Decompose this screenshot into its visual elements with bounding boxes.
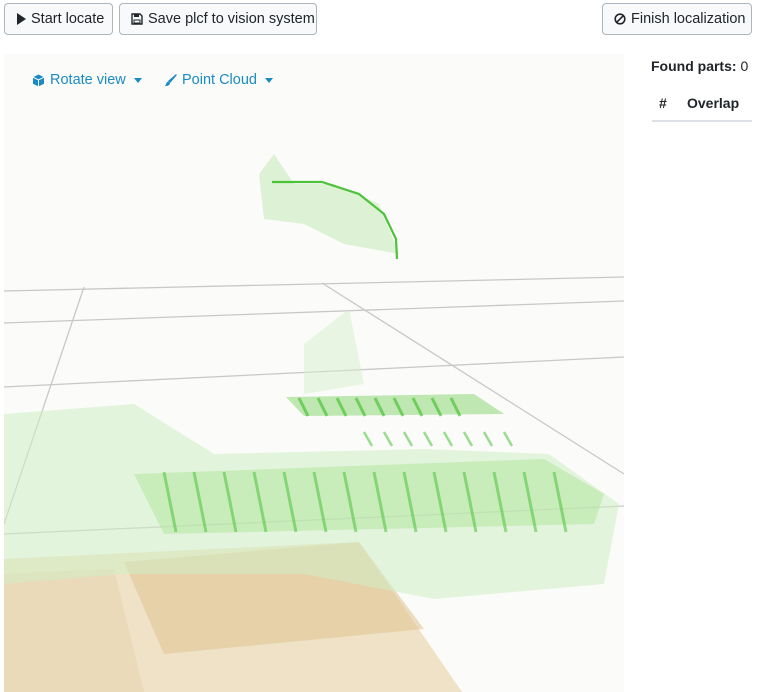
slat [362, 431, 374, 447]
found-parts-label: Found parts: [651, 58, 737, 74]
slat [442, 431, 454, 447]
column-header-overlap: Overlap [687, 95, 740, 111]
found-parts: Found parts: 0 [651, 58, 748, 74]
rotate-view-label: Rotate view [50, 72, 126, 88]
cube-icon [32, 74, 45, 87]
chevron-down-icon [133, 78, 142, 83]
results-table-header: # Overlap [652, 88, 752, 122]
point-cloud-canvas[interactable] [4, 54, 624, 692]
rotate-view-dropdown[interactable]: Rotate view [32, 72, 142, 88]
point-cloud-viewport[interactable] [4, 54, 624, 692]
slat [422, 431, 434, 447]
point-cloud-label: Point Cloud [182, 72, 257, 88]
chevron-down-icon [264, 78, 273, 83]
ban-icon [614, 13, 626, 25]
slat [482, 431, 494, 447]
finish-localization-button[interactable]: Finish localization [602, 3, 752, 35]
point-cloud-dropdown[interactable]: Point Cloud [164, 72, 273, 88]
start-locate-button[interactable]: Start locate [4, 3, 113, 35]
results-panel [624, 54, 774, 692]
slat [502, 431, 514, 447]
slat [402, 431, 414, 447]
paintbrush-icon [164, 73, 177, 87]
finish-localization-label: Finish localization [631, 11, 746, 27]
start-locate-label: Start locate [31, 11, 105, 27]
slat [462, 431, 474, 447]
floppy-disk-icon [131, 13, 143, 25]
save-plcf-label: Save plcf to vision system [148, 11, 315, 27]
found-parts-count: 0 [740, 58, 749, 74]
save-plcf-button[interactable]: Save plcf to vision system [119, 3, 317, 35]
slat [382, 431, 394, 447]
play-icon [16, 13, 26, 25]
column-header-number: # [659, 95, 667, 111]
table-cloud [4, 154, 619, 599]
